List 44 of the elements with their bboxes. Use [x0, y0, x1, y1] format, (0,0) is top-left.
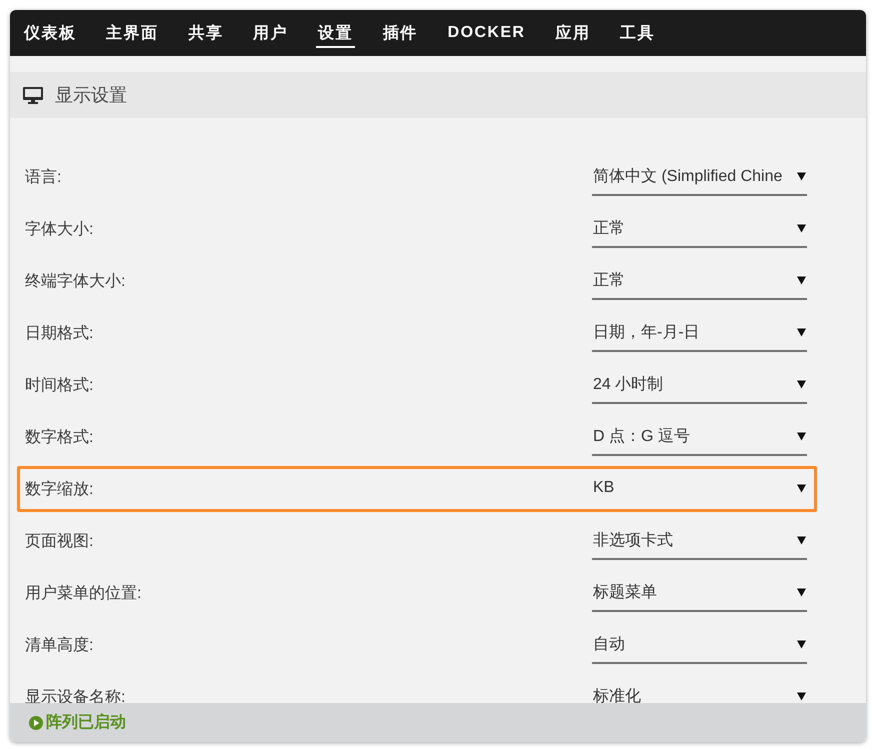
setting-label: 数字格式: [25, 428, 94, 448]
caret-icon [797, 640, 806, 648]
setting-label: 页面视图: [25, 532, 94, 552]
dropdown-select[interactable]: 自动 [592, 626, 807, 664]
nav-tab[interactable]: 设置 [316, 10, 355, 48]
dropdown-select[interactable]: 24 小时制 [592, 366, 807, 404]
caret-icon [797, 536, 806, 544]
nav-tab[interactable]: 共享 [186, 10, 226, 48]
nav-tab[interactable]: 主界面 [104, 10, 160, 48]
setting-label: 数字缩放: [25, 480, 94, 500]
panel-title: 显示设置 [55, 84, 127, 107]
caret-icon [797, 588, 806, 596]
nav-tab[interactable]: 仪表板 [22, 10, 78, 48]
dropdown-select[interactable]: KB [592, 470, 807, 508]
caret-icon [797, 484, 806, 492]
monitor-icon [23, 86, 43, 104]
caret-icon [797, 276, 806, 284]
dropdown-select[interactable]: 日期，年-月-日 [592, 314, 807, 352]
nav-tab[interactable]: 插件 [380, 10, 420, 48]
caret-icon [797, 328, 806, 336]
nav-tab[interactable]: 用户 [251, 10, 290, 48]
dropdown-select[interactable]: 正常 [592, 262, 807, 300]
caret-icon [797, 432, 806, 440]
setting-label: 日期格式: [25, 324, 94, 344]
dropdown-select[interactable]: 简体中文 (Simplified Chine [592, 158, 807, 196]
setting-label: 清单高度: [25, 636, 94, 656]
caret-icon [797, 172, 806, 180]
setting-label: 语言: [25, 168, 62, 188]
setting-label: 字体大小: [25, 220, 94, 240]
play-circle-icon [29, 716, 43, 730]
caret-icon [797, 692, 806, 700]
status-text: 阵列已启动 [46, 712, 126, 733]
setting-label: 用户菜单的位置: [25, 584, 142, 604]
dropdown-select[interactable]: 标题菜单 [592, 574, 807, 612]
caret-icon [797, 380, 806, 388]
nav-tab[interactable]: 工具 [618, 10, 658, 48]
setting-label: 终端字体大小: [25, 272, 126, 292]
dropdown-select[interactable]: 非选项卡式 [592, 522, 807, 560]
dropdown-select[interactable]: 正常 [592, 210, 807, 248]
nav-tab[interactable]: DOCKER [446, 10, 528, 48]
dropdown-select[interactable]: D 点：G 逗号 [592, 418, 807, 456]
caret-icon [797, 224, 806, 232]
nav-tab[interactable]: 应用 [553, 10, 592, 48]
setting-label: 时间格式: [25, 376, 94, 396]
